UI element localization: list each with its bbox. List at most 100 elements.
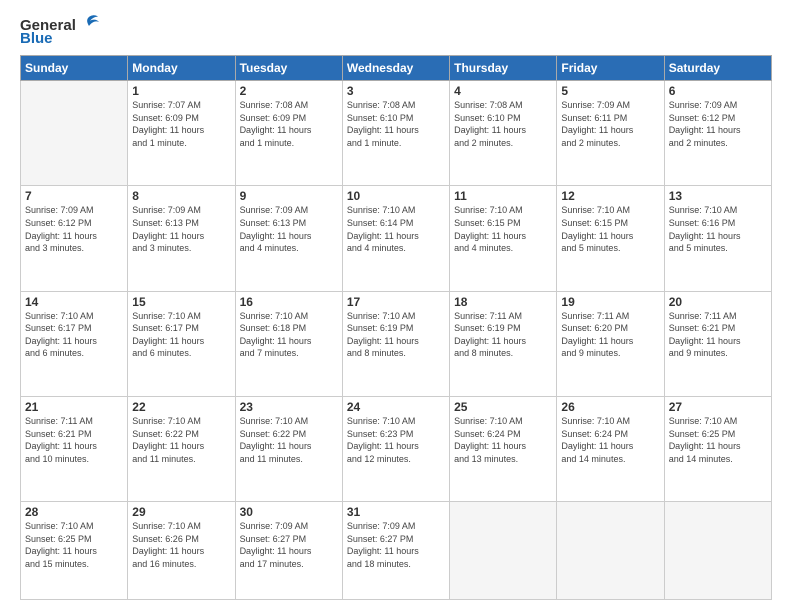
cell-info: Sunrise: 7:10 AM Sunset: 6:15 PM Dayligh… xyxy=(561,204,659,254)
calendar-cell: 24Sunrise: 7:10 AM Sunset: 6:23 PM Dayli… xyxy=(342,396,449,501)
day-number: 19 xyxy=(561,295,659,309)
logo-blue: Blue xyxy=(20,30,53,47)
day-number: 17 xyxy=(347,295,445,309)
calendar-cell: 4Sunrise: 7:08 AM Sunset: 6:10 PM Daylig… xyxy=(450,81,557,186)
cell-info: Sunrise: 7:10 AM Sunset: 6:23 PM Dayligh… xyxy=(347,415,445,465)
calendar-cell xyxy=(557,502,664,600)
calendar-cell: 29Sunrise: 7:10 AM Sunset: 6:26 PM Dayli… xyxy=(128,502,235,600)
day-number: 18 xyxy=(454,295,552,309)
cell-info: Sunrise: 7:09 AM Sunset: 6:12 PM Dayligh… xyxy=(669,99,767,149)
calendar-cell: 26Sunrise: 7:10 AM Sunset: 6:24 PM Dayli… xyxy=(557,396,664,501)
cell-info: Sunrise: 7:10 AM Sunset: 6:22 PM Dayligh… xyxy=(132,415,230,465)
day-number: 14 xyxy=(25,295,123,309)
day-number: 25 xyxy=(454,400,552,414)
day-number: 1 xyxy=(132,84,230,98)
calendar-cell xyxy=(21,81,128,186)
cell-info: Sunrise: 7:09 AM Sunset: 6:13 PM Dayligh… xyxy=(240,204,338,254)
day-number: 30 xyxy=(240,505,338,519)
day-number: 6 xyxy=(669,84,767,98)
day-number: 5 xyxy=(561,84,659,98)
weekday-header: Wednesday xyxy=(342,56,449,81)
day-number: 24 xyxy=(347,400,445,414)
calendar-table: SundayMondayTuesdayWednesdayThursdayFrid… xyxy=(20,55,772,600)
calendar-cell: 23Sunrise: 7:10 AM Sunset: 6:22 PM Dayli… xyxy=(235,396,342,501)
calendar-cell: 2Sunrise: 7:08 AM Sunset: 6:09 PM Daylig… xyxy=(235,81,342,186)
weekday-header: Tuesday xyxy=(235,56,342,81)
day-number: 11 xyxy=(454,189,552,203)
calendar-cell xyxy=(664,502,771,600)
calendar-week-row: 14Sunrise: 7:10 AM Sunset: 6:17 PM Dayli… xyxy=(21,291,772,396)
calendar-cell: 1Sunrise: 7:07 AM Sunset: 6:09 PM Daylig… xyxy=(128,81,235,186)
weekday-header: Monday xyxy=(128,56,235,81)
calendar-week-row: 7Sunrise: 7:09 AM Sunset: 6:12 PM Daylig… xyxy=(21,186,772,291)
calendar-cell: 19Sunrise: 7:11 AM Sunset: 6:20 PM Dayli… xyxy=(557,291,664,396)
calendar-cell: 15Sunrise: 7:10 AM Sunset: 6:17 PM Dayli… xyxy=(128,291,235,396)
cell-info: Sunrise: 7:10 AM Sunset: 6:22 PM Dayligh… xyxy=(240,415,338,465)
cell-info: Sunrise: 7:10 AM Sunset: 6:16 PM Dayligh… xyxy=(669,204,767,254)
cell-info: Sunrise: 7:09 AM Sunset: 6:11 PM Dayligh… xyxy=(561,99,659,149)
day-number: 12 xyxy=(561,189,659,203)
day-number: 29 xyxy=(132,505,230,519)
cell-info: Sunrise: 7:10 AM Sunset: 6:24 PM Dayligh… xyxy=(561,415,659,465)
logo: General Blue xyxy=(20,16,100,47)
cell-info: Sunrise: 7:10 AM Sunset: 6:24 PM Dayligh… xyxy=(454,415,552,465)
calendar-cell: 16Sunrise: 7:10 AM Sunset: 6:18 PM Dayli… xyxy=(235,291,342,396)
cell-info: Sunrise: 7:10 AM Sunset: 6:17 PM Dayligh… xyxy=(25,310,123,360)
day-number: 9 xyxy=(240,189,338,203)
calendar-cell: 30Sunrise: 7:09 AM Sunset: 6:27 PM Dayli… xyxy=(235,502,342,600)
day-number: 23 xyxy=(240,400,338,414)
logo-bird-icon xyxy=(78,14,100,34)
calendar-cell: 9Sunrise: 7:09 AM Sunset: 6:13 PM Daylig… xyxy=(235,186,342,291)
calendar-week-row: 1Sunrise: 7:07 AM Sunset: 6:09 PM Daylig… xyxy=(21,81,772,186)
day-number: 20 xyxy=(669,295,767,309)
cell-info: Sunrise: 7:10 AM Sunset: 6:26 PM Dayligh… xyxy=(132,520,230,570)
cell-info: Sunrise: 7:09 AM Sunset: 6:27 PM Dayligh… xyxy=(347,520,445,570)
calendar-cell: 13Sunrise: 7:10 AM Sunset: 6:16 PM Dayli… xyxy=(664,186,771,291)
calendar-cell: 12Sunrise: 7:10 AM Sunset: 6:15 PM Dayli… xyxy=(557,186,664,291)
day-number: 4 xyxy=(454,84,552,98)
cell-info: Sunrise: 7:11 AM Sunset: 6:21 PM Dayligh… xyxy=(25,415,123,465)
header: General Blue xyxy=(20,16,772,47)
calendar-cell: 7Sunrise: 7:09 AM Sunset: 6:12 PM Daylig… xyxy=(21,186,128,291)
calendar-cell: 11Sunrise: 7:10 AM Sunset: 6:15 PM Dayli… xyxy=(450,186,557,291)
calendar-cell: 3Sunrise: 7:08 AM Sunset: 6:10 PM Daylig… xyxy=(342,81,449,186)
cell-info: Sunrise: 7:09 AM Sunset: 6:13 PM Dayligh… xyxy=(132,204,230,254)
weekday-header: Sunday xyxy=(21,56,128,81)
calendar-cell: 25Sunrise: 7:10 AM Sunset: 6:24 PM Dayli… xyxy=(450,396,557,501)
cell-info: Sunrise: 7:10 AM Sunset: 6:14 PM Dayligh… xyxy=(347,204,445,254)
day-number: 28 xyxy=(25,505,123,519)
cell-info: Sunrise: 7:11 AM Sunset: 6:20 PM Dayligh… xyxy=(561,310,659,360)
day-number: 3 xyxy=(347,84,445,98)
calendar-cell: 8Sunrise: 7:09 AM Sunset: 6:13 PM Daylig… xyxy=(128,186,235,291)
cell-info: Sunrise: 7:08 AM Sunset: 6:10 PM Dayligh… xyxy=(454,99,552,149)
cell-info: Sunrise: 7:10 AM Sunset: 6:15 PM Dayligh… xyxy=(454,204,552,254)
calendar-cell: 21Sunrise: 7:11 AM Sunset: 6:21 PM Dayli… xyxy=(21,396,128,501)
cell-info: Sunrise: 7:09 AM Sunset: 6:12 PM Dayligh… xyxy=(25,204,123,254)
calendar-cell xyxy=(450,502,557,600)
day-number: 22 xyxy=(132,400,230,414)
calendar-week-row: 21Sunrise: 7:11 AM Sunset: 6:21 PM Dayli… xyxy=(21,396,772,501)
day-number: 27 xyxy=(669,400,767,414)
day-number: 10 xyxy=(347,189,445,203)
calendar-cell: 18Sunrise: 7:11 AM Sunset: 6:19 PM Dayli… xyxy=(450,291,557,396)
day-number: 2 xyxy=(240,84,338,98)
day-number: 31 xyxy=(347,505,445,519)
calendar-cell: 14Sunrise: 7:10 AM Sunset: 6:17 PM Dayli… xyxy=(21,291,128,396)
calendar-cell: 5Sunrise: 7:09 AM Sunset: 6:11 PM Daylig… xyxy=(557,81,664,186)
calendar-cell: 6Sunrise: 7:09 AM Sunset: 6:12 PM Daylig… xyxy=(664,81,771,186)
cell-info: Sunrise: 7:10 AM Sunset: 6:17 PM Dayligh… xyxy=(132,310,230,360)
page: General Blue SundayMondayTuesdayWednesda… xyxy=(0,0,792,612)
weekday-header: Saturday xyxy=(664,56,771,81)
calendar-cell: 28Sunrise: 7:10 AM Sunset: 6:25 PM Dayli… xyxy=(21,502,128,600)
cell-info: Sunrise: 7:10 AM Sunset: 6:25 PM Dayligh… xyxy=(669,415,767,465)
day-number: 7 xyxy=(25,189,123,203)
cell-info: Sunrise: 7:10 AM Sunset: 6:25 PM Dayligh… xyxy=(25,520,123,570)
calendar-cell: 20Sunrise: 7:11 AM Sunset: 6:21 PM Dayli… xyxy=(664,291,771,396)
calendar-cell: 17Sunrise: 7:10 AM Sunset: 6:19 PM Dayli… xyxy=(342,291,449,396)
cell-info: Sunrise: 7:09 AM Sunset: 6:27 PM Dayligh… xyxy=(240,520,338,570)
weekday-header: Friday xyxy=(557,56,664,81)
cell-info: Sunrise: 7:11 AM Sunset: 6:21 PM Dayligh… xyxy=(669,310,767,360)
calendar-cell: 10Sunrise: 7:10 AM Sunset: 6:14 PM Dayli… xyxy=(342,186,449,291)
cell-info: Sunrise: 7:07 AM Sunset: 6:09 PM Dayligh… xyxy=(132,99,230,149)
day-number: 13 xyxy=(669,189,767,203)
